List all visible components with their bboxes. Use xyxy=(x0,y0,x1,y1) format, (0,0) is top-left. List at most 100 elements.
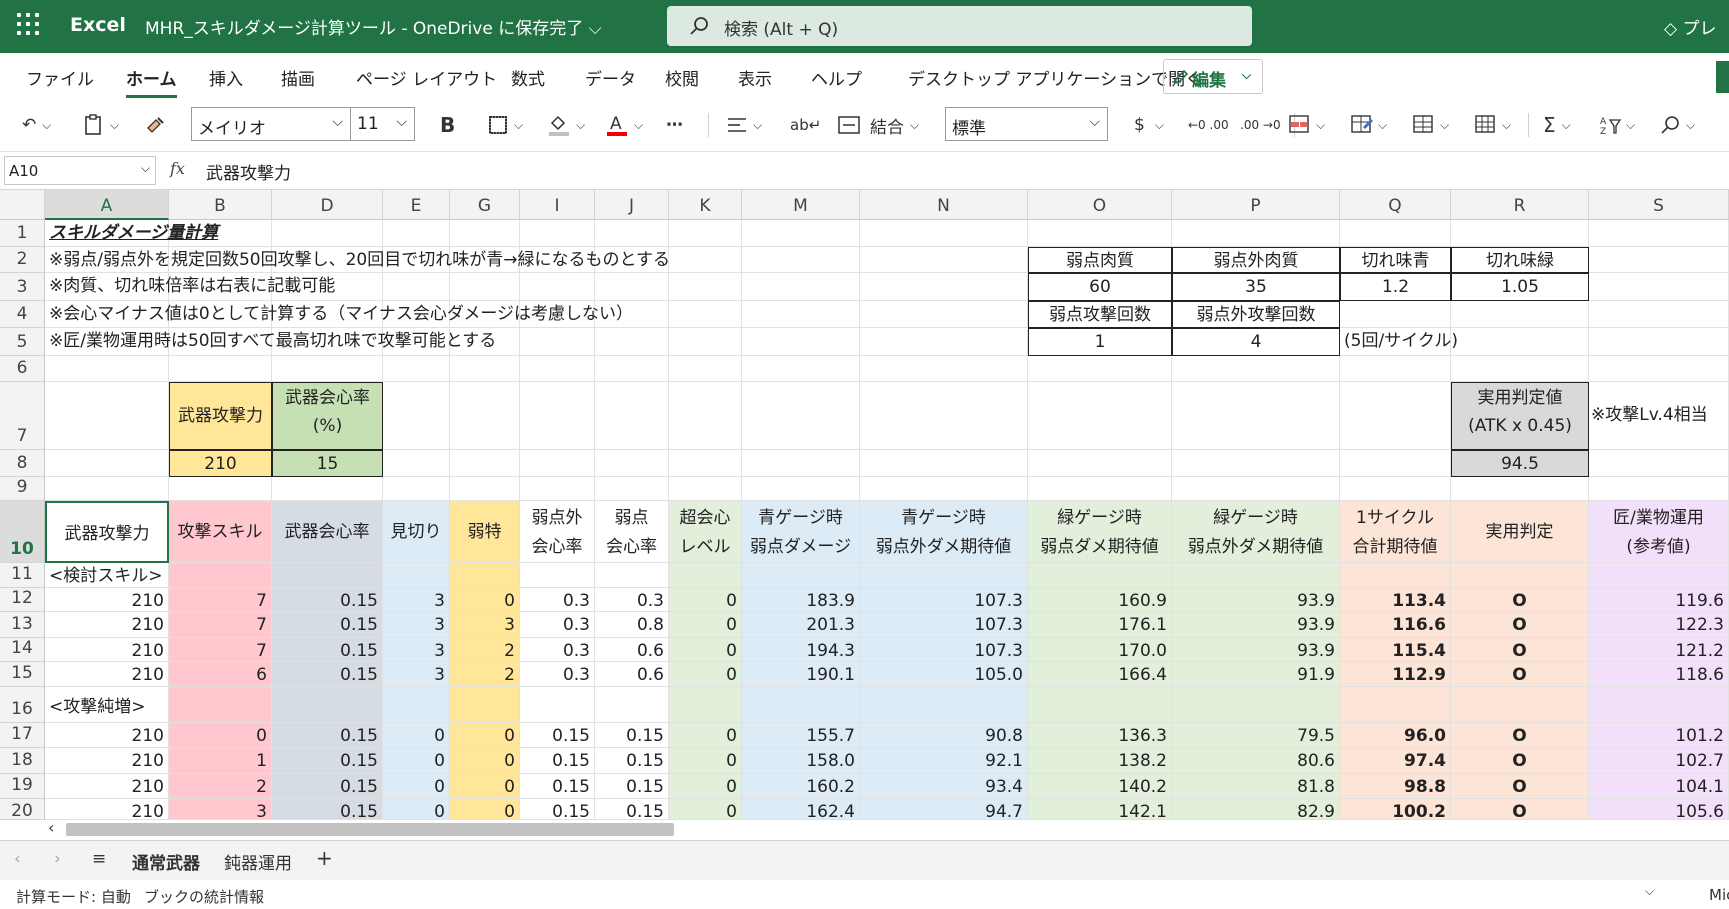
param-weak-hits[interactable]: 1 xyxy=(1028,328,1172,356)
select-all-corner[interactable] xyxy=(0,190,45,220)
data-cell[interactable]: O xyxy=(1451,612,1589,638)
data-cell[interactable]: 0.15 xyxy=(520,774,595,799)
grid-cell[interactable] xyxy=(669,247,742,273)
data-cell[interactable]: 0 xyxy=(450,723,520,748)
data-cell[interactable]: 105.0 xyxy=(860,662,1028,687)
data-cell[interactable]: 160.9 xyxy=(1028,588,1172,612)
grid-cell[interactable] xyxy=(450,273,520,301)
data-cell[interactable]: 0 xyxy=(669,588,742,612)
row-header-1[interactable]: 1 xyxy=(0,220,45,247)
font-color-button[interactable]: A ⌵ xyxy=(606,111,643,139)
data-cell[interactable]: 210 xyxy=(45,774,169,799)
data-cell[interactable]: 0 xyxy=(383,799,450,820)
grid-cell[interactable] xyxy=(742,328,860,356)
name-box[interactable]: A10 ⌵ xyxy=(4,156,156,185)
grid-cell[interactable] xyxy=(595,563,669,588)
grid-cell[interactable] xyxy=(742,301,860,328)
data-cell[interactable]: 107.3 xyxy=(860,588,1028,612)
grid-cell[interactable] xyxy=(595,328,669,356)
header-q[interactable]: 1サイクル 合計期待値 xyxy=(1340,501,1451,563)
data-cell[interactable]: 0.15 xyxy=(595,774,669,799)
grid-cell[interactable] xyxy=(742,356,860,382)
data-cell[interactable]: 210 xyxy=(45,638,169,662)
grid-cell[interactable] xyxy=(860,328,1028,356)
note-n5[interactable]: ※匠/業物運用時は50回すべて最高切れ味で攻撃可能とする xyxy=(45,328,496,356)
grid-cell[interactable] xyxy=(383,382,450,450)
grid-cell[interactable] xyxy=(742,687,860,723)
data-cell[interactable]: O xyxy=(1451,662,1589,687)
tab-formulas[interactable]: 数式 xyxy=(511,65,545,90)
data-cell[interactable]: 90.8 xyxy=(860,723,1028,748)
grid-cell[interactable] xyxy=(595,220,669,247)
conditional-format-button[interactable]: ⌵ xyxy=(1288,111,1325,139)
grid-cell[interactable] xyxy=(450,477,520,501)
weapon-crit-header[interactable]: 武器会心率 (%) xyxy=(272,382,383,450)
data-cell[interactable]: 101.2 xyxy=(1589,723,1729,748)
data-cell[interactable]: 3 xyxy=(383,588,450,612)
grid-cell[interactable] xyxy=(1589,563,1729,588)
grid-cell[interactable] xyxy=(272,220,383,247)
param-nonweak-hits[interactable]: 4 xyxy=(1172,328,1340,356)
data-cell[interactable]: 0 xyxy=(669,748,742,774)
data-cell[interactable]: 194.3 xyxy=(742,638,860,662)
horizontal-scrollbar[interactable]: ‹ xyxy=(0,818,1729,840)
section-label-skills[interactable]: <検討スキル> xyxy=(45,563,169,588)
column-header-j[interactable]: J xyxy=(595,190,669,220)
more-options-icon[interactable]: ⋯ xyxy=(666,111,683,139)
row-header-17[interactable]: 17 xyxy=(0,723,45,748)
data-cell[interactable]: 3 xyxy=(383,662,450,687)
data-cell[interactable]: 81.8 xyxy=(1172,774,1340,799)
grid-cell[interactable] xyxy=(383,220,450,247)
param-sharp-blue[interactable]: 1.2 xyxy=(1340,273,1451,301)
header-d[interactable]: 武器会心率 xyxy=(272,501,383,563)
header-e[interactable]: 見切り xyxy=(383,501,450,563)
row-header-19[interactable]: 19 xyxy=(0,774,45,799)
grid-cell[interactable] xyxy=(742,450,860,477)
header-g[interactable]: 弱特 xyxy=(450,501,520,563)
header-a[interactable]: 武器攻撃力 xyxy=(45,501,169,563)
cell-styles-button[interactable]: ⌵ xyxy=(1412,111,1449,139)
row-header-20[interactable]: 20 xyxy=(0,799,45,820)
app-name[interactable]: Excel xyxy=(70,14,126,36)
note-n4[interactable]: ※会心マイナス値は0として計算する（マイナス会心ダメージは考慮しない） xyxy=(45,301,633,328)
data-cell[interactable]: O xyxy=(1451,774,1589,799)
grid-cell[interactable] xyxy=(1172,382,1340,450)
data-cell[interactable]: 0.8 xyxy=(595,612,669,638)
data-cell[interactable]: 183.9 xyxy=(742,588,860,612)
grid-cell[interactable] xyxy=(520,450,595,477)
row-header-16[interactable]: 16 xyxy=(0,687,45,723)
row-header-12[interactable]: 12 xyxy=(0,588,45,612)
grid-cell[interactable] xyxy=(742,247,860,273)
grid-cell[interactable] xyxy=(383,273,450,301)
ribbon-collapse[interactable] xyxy=(1716,61,1729,93)
formula-input[interactable]: 武器攻撃力 xyxy=(206,159,291,184)
data-cell[interactable]: 0 xyxy=(383,774,450,799)
data-cell[interactable]: 0.15 xyxy=(595,723,669,748)
param-sharp-blue-h[interactable]: 切れ味青 xyxy=(1340,247,1451,273)
tab-data[interactable]: データ xyxy=(585,65,636,90)
tab-review[interactable]: 校閲 xyxy=(665,65,699,90)
grid-cell[interactable] xyxy=(860,220,1028,247)
grid-cell[interactable] xyxy=(742,477,860,501)
grid-cell[interactable] xyxy=(272,563,383,588)
data-cell[interactable]: 0.15 xyxy=(272,748,383,774)
grid-cell[interactable] xyxy=(595,356,669,382)
grid-cell[interactable] xyxy=(1172,477,1340,501)
data-cell[interactable]: 97.4 xyxy=(1340,748,1451,774)
grid-cell[interactable] xyxy=(1340,220,1451,247)
data-cell[interactable]: 92.1 xyxy=(860,748,1028,774)
row-header-4[interactable]: 4 xyxy=(0,301,45,328)
data-cell[interactable]: 0 xyxy=(383,723,450,748)
column-header-r[interactable]: R xyxy=(1451,190,1589,220)
data-cell[interactable]: 210 xyxy=(45,799,169,820)
grid-cell[interactable] xyxy=(450,563,520,588)
data-cell[interactable]: 210 xyxy=(45,748,169,774)
tab-help[interactable]: ヘルプ xyxy=(811,65,862,90)
data-cell[interactable]: 102.7 xyxy=(1589,748,1729,774)
grid-cell[interactable] xyxy=(169,477,272,501)
data-cell[interactable]: 0 xyxy=(669,723,742,748)
next-sheet-icon[interactable]: › xyxy=(54,849,61,869)
data-cell[interactable]: 3 xyxy=(383,612,450,638)
data-cell[interactable]: 0 xyxy=(450,799,520,820)
grid-cell[interactable] xyxy=(1340,301,1451,328)
